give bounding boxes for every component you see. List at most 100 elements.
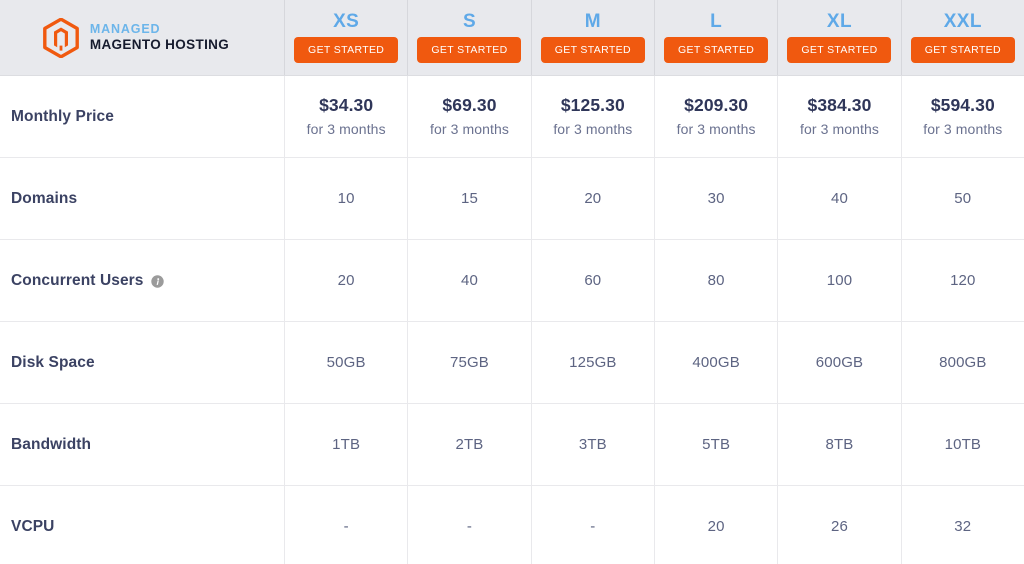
plan-name-xxl: XXL	[944, 12, 982, 31]
cell-value: 10	[338, 189, 355, 209]
cell-concurrent-users-xxl: 120	[902, 240, 1024, 321]
cell-monthly-price-xs: $34.30 for 3 months	[285, 76, 408, 157]
cell-monthly-price-xl: $384.30 for 3 months	[778, 76, 901, 157]
cell-bandwidth-s: 2TB	[408, 404, 531, 485]
get-started-button-xl[interactable]: GET STARTED	[787, 37, 891, 63]
cell-domains-xxl: 50	[902, 158, 1024, 239]
cell-domains-m: 20	[532, 158, 655, 239]
cell-value: 26	[831, 517, 848, 537]
cell-value: 2TB	[456, 435, 484, 455]
magento-logo-icon	[43, 18, 79, 58]
cell-disk-space-l: 400GB	[655, 322, 778, 403]
cell-value: $384.30	[807, 94, 871, 117]
cell-value: 8TB	[825, 435, 853, 455]
cell-subtext: for 3 months	[553, 120, 632, 139]
table-row: Bandwidth 1TB 2TB 3TB 5TB 8TB 10TB	[0, 404, 1024, 486]
cell-value: 50	[954, 189, 971, 209]
cell-value: 10TB	[945, 435, 981, 455]
cell-value: $69.30	[442, 94, 496, 117]
cell-value: 20	[338, 271, 355, 291]
table-body: Monthly Price $34.30 for 3 months $69.30…	[0, 76, 1024, 564]
cell-vcpu-xl: 26	[778, 486, 901, 564]
cell-value: 80	[708, 271, 725, 291]
cell-value: $34.30	[319, 94, 373, 117]
cell-value: $594.30	[931, 94, 995, 117]
cell-value: 32	[954, 517, 971, 537]
cell-value: 125GB	[569, 353, 616, 373]
cell-subtext: for 3 months	[677, 120, 756, 139]
cell-domains-xs: 10	[285, 158, 408, 239]
cell-concurrent-users-l: 80	[655, 240, 778, 321]
cell-disk-space-xs: 50GB	[285, 322, 408, 403]
row-label-text: Monthly Price	[11, 108, 114, 126]
cell-concurrent-users-m: 60	[532, 240, 655, 321]
plan-name-s: S	[463, 12, 476, 31]
table-row: Disk Space 50GB 75GB 125GB 400GB 600GB 8…	[0, 322, 1024, 404]
info-icon[interactable]	[151, 275, 164, 288]
cell-subtext: for 3 months	[923, 120, 1002, 139]
cell-value: 100	[827, 271, 852, 291]
cell-value: 30	[708, 189, 725, 209]
get-started-button-xxl[interactable]: GET STARTED	[911, 37, 1015, 63]
row-label-disk-space: Disk Space	[0, 322, 285, 403]
cell-value: 1TB	[332, 435, 360, 455]
brand-magento-hosting-label: MAGENTO HOSTING	[90, 37, 229, 53]
row-label-text: Domains	[11, 190, 77, 208]
table-row: VCPU - - - 20 26 32	[0, 486, 1024, 564]
cell-value: $209.30	[684, 94, 748, 117]
cell-bandwidth-xs: 1TB	[285, 404, 408, 485]
get-started-button-l[interactable]: GET STARTED	[664, 37, 768, 63]
cell-disk-space-s: 75GB	[408, 322, 531, 403]
cell-value: 40	[831, 189, 848, 209]
cell-vcpu-m: -	[532, 486, 655, 564]
row-label-text: Disk Space	[11, 354, 95, 372]
row-label-vcpu: VCPU	[0, 486, 285, 564]
cell-value: 800GB	[939, 353, 986, 373]
pricing-comparison-table: MANAGED MAGENTO HOSTING XS GET STARTED S…	[0, 0, 1024, 564]
cell-value: 20	[708, 517, 725, 537]
cell-value: 5TB	[702, 435, 730, 455]
row-label-monthly-price: Monthly Price	[0, 76, 285, 157]
get-started-button-s[interactable]: GET STARTED	[417, 37, 521, 63]
get-started-button-m[interactable]: GET STARTED	[541, 37, 645, 63]
cell-value: 60	[584, 271, 601, 291]
cell-value: 600GB	[816, 353, 863, 373]
plan-name-m: M	[585, 12, 601, 31]
cell-domains-s: 15	[408, 158, 531, 239]
cell-vcpu-l: 20	[655, 486, 778, 564]
plan-header-s: S GET STARTED	[408, 0, 531, 75]
table-row: Monthly Price $34.30 for 3 months $69.30…	[0, 76, 1024, 158]
cell-disk-space-xxl: 800GB	[902, 322, 1024, 403]
cell-bandwidth-l: 5TB	[655, 404, 778, 485]
brand-text: MANAGED MAGENTO HOSTING	[90, 22, 229, 53]
cell-value: 50GB	[327, 353, 366, 373]
cell-value: 400GB	[692, 353, 739, 373]
plan-name-l: L	[710, 12, 722, 31]
cell-subtext: for 3 months	[800, 120, 879, 139]
cell-monthly-price-s: $69.30 for 3 months	[408, 76, 531, 157]
cell-bandwidth-xl: 8TB	[778, 404, 901, 485]
cell-monthly-price-l: $209.30 for 3 months	[655, 76, 778, 157]
table-row: Concurrent Users 20 40 60 80	[0, 240, 1024, 322]
cell-disk-space-xl: 600GB	[778, 322, 901, 403]
cell-bandwidth-m: 3TB	[532, 404, 655, 485]
cell-monthly-price-m: $125.30 for 3 months	[532, 76, 655, 157]
cell-domains-l: 30	[655, 158, 778, 239]
row-label-text: VCPU	[11, 518, 54, 536]
cell-concurrent-users-xs: 20	[285, 240, 408, 321]
row-label-bandwidth: Bandwidth	[0, 404, 285, 485]
row-label-text: Bandwidth	[11, 436, 91, 454]
cell-subtext: for 3 months	[430, 120, 509, 139]
cell-value: $125.30	[561, 94, 625, 117]
plan-header-m: M GET STARTED	[532, 0, 655, 75]
cell-value: 3TB	[579, 435, 607, 455]
cell-vcpu-xs: -	[285, 486, 408, 564]
plan-name-xs: XS	[333, 12, 359, 31]
row-label-domains: Domains	[0, 158, 285, 239]
cell-value: -	[467, 517, 472, 537]
cell-bandwidth-xxl: 10TB	[902, 404, 1024, 485]
cell-concurrent-users-xl: 100	[778, 240, 901, 321]
get-started-button-xs[interactable]: GET STARTED	[294, 37, 398, 63]
cell-disk-space-m: 125GB	[532, 322, 655, 403]
cell-vcpu-xxl: 32	[902, 486, 1024, 564]
